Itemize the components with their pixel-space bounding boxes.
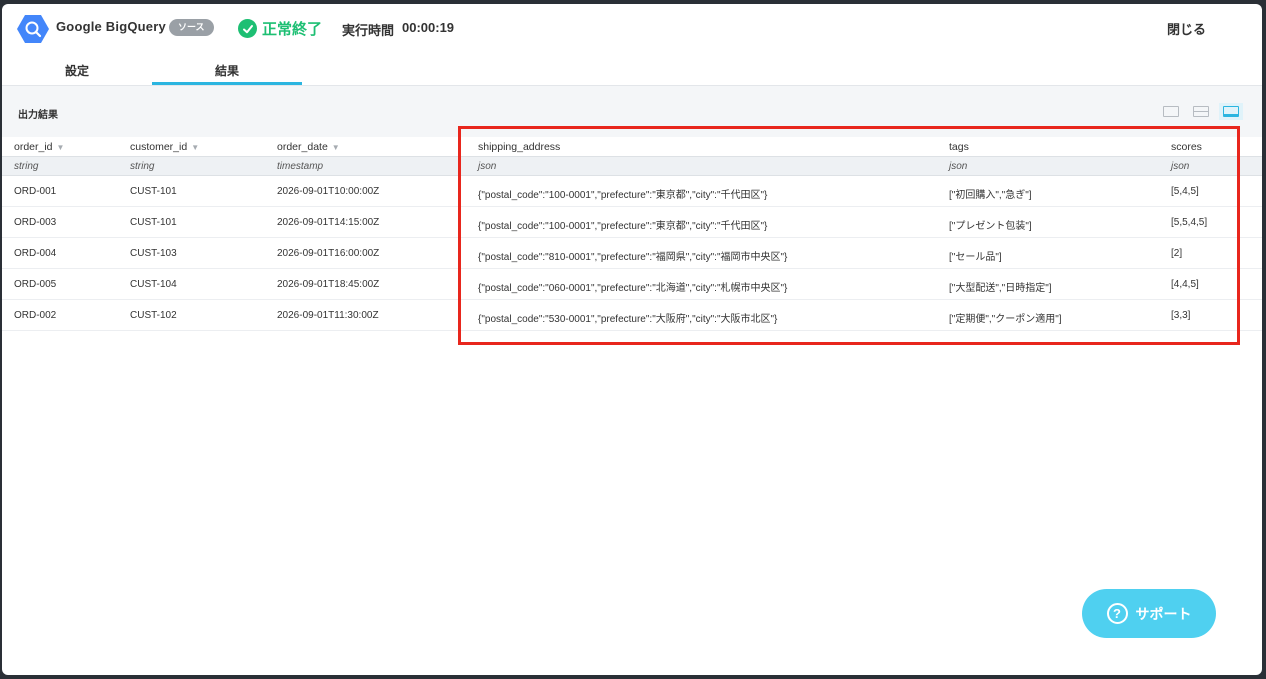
table-cell: 2026-09-01T10:00:00Z: [277, 186, 380, 197]
table-cell: [4,4,5]: [1171, 279, 1199, 290]
support-label: サポート: [1135, 605, 1192, 622]
table-header-row: order_id ▼ customer_id ▼ order_date ▼ shipp…: [2, 137, 1262, 156]
column-header-order-id[interactable]: order_id ▼: [14, 141, 64, 153]
column-header-customer-id[interactable]: customer_id ▼: [130, 141, 199, 153]
column-header-tags: tags: [949, 141, 969, 153]
table-cell: {"postal_code":"100-0001","prefecture":"…: [478, 221, 768, 232]
check-circle-icon: [238, 19, 257, 38]
results-modal: Google BigQuery ソース 正常終了 実行時間 00:00:19 閉…: [2, 4, 1262, 675]
table-cell: CUST-104: [130, 279, 177, 290]
column-type: json: [949, 161, 968, 172]
modal-header: Google BigQuery ソース 正常終了 実行時間 00:00:19 閉…: [2, 4, 1262, 52]
sort-arrow-icon: ▼: [331, 142, 340, 152]
table-cell: CUST-101: [130, 217, 177, 228]
table-cell: {"postal_code":"100-0001","prefecture":"…: [478, 190, 768, 201]
column-type: string: [14, 161, 39, 172]
table-cell: ["セール品"]: [949, 252, 1002, 263]
support-button[interactable]: ? サポート: [1082, 589, 1216, 638]
sort-arrow-icon: ▼: [56, 142, 65, 152]
table-cell: {"postal_code":"810-0001","prefecture":"…: [478, 252, 788, 263]
run-status: 正常終了: [238, 18, 322, 39]
single-view-button[interactable]: [1159, 103, 1183, 120]
table-type-row: string string timestamp json json json: [2, 156, 1262, 176]
status-label: 正常終了: [262, 21, 323, 38]
table-cell: 2026-09-01T18:45:00Z: [277, 279, 380, 290]
table-cell: [5,5,4,5]: [1171, 217, 1208, 228]
table-row: ORD-005 CUST-104 2026-09-01T18:45:00Z {"…: [2, 269, 1262, 300]
table-cell: ["プレゼント包装"]: [949, 221, 1032, 232]
column-type: json: [1171, 161, 1190, 172]
table-cell: [3,3]: [1171, 310, 1191, 321]
split-view-icon: [1193, 106, 1209, 117]
table-cell: CUST-103: [130, 248, 177, 259]
table-cell: 2026-09-01T11:30:00Z: [277, 310, 379, 321]
help-circle-icon: ?: [1106, 603, 1128, 624]
active-tab-indicator: [152, 82, 302, 85]
table-cell: ["定期便","クーポン適用"]: [949, 314, 1062, 325]
sort-arrow-icon: ▼: [191, 142, 200, 152]
column-type: timestamp: [277, 161, 324, 172]
table-cell: ORD-001: [14, 186, 57, 197]
column-header-scores: scores: [1171, 141, 1202, 153]
split-view-button[interactable]: [1189, 103, 1213, 120]
exec-time-label: 実行時間: [342, 23, 395, 38]
table-cell: [2]: [1171, 248, 1183, 259]
close-button[interactable]: 閉じる: [1167, 19, 1206, 38]
table-row: ORD-001 CUST-101 2026-09-01T10:00:00Z {"…: [2, 176, 1262, 207]
column-type: string: [130, 161, 155, 172]
tab-results[interactable]: 結果: [215, 62, 239, 79]
tab-bar: 設定 結果: [2, 52, 1262, 86]
table-cell: ORD-004: [14, 248, 57, 259]
single-view-icon: [1163, 106, 1179, 117]
output-panel-header: 出力結果: [2, 86, 1262, 137]
exec-time-value: 00:00:19: [402, 20, 455, 35]
table-cell: ORD-005: [14, 279, 57, 290]
table-cell: CUST-102: [130, 310, 177, 321]
table-cell: 2026-09-01T14:15:00Z: [277, 217, 380, 228]
table-cell: {"postal_code":"530-0001","prefecture":"…: [478, 314, 778, 325]
panel-title: 出力結果: [18, 110, 58, 121]
table-cell: ORD-003: [14, 217, 57, 228]
table-row: ORD-004 CUST-103 2026-09-01T16:00:00Z {"…: [2, 238, 1262, 269]
table-cell: 2026-09-01T16:00:00Z: [277, 248, 380, 259]
table-view-icon: [1223, 106, 1239, 117]
column-type: json: [478, 161, 497, 172]
table-cell: ["初回購入","急ぎ"]: [949, 190, 1032, 201]
bigquery-icon: [17, 15, 49, 43]
table-cell: [5,4,5]: [1171, 186, 1199, 197]
tab-settings[interactable]: 設定: [65, 62, 89, 79]
table-row: ORD-002 CUST-102 2026-09-01T11:30:00Z {"…: [2, 300, 1262, 331]
table-cell: ["大型配送","日時指定"]: [949, 283, 1052, 294]
column-header-order-date[interactable]: order_date ▼: [277, 141, 340, 153]
source-badge: ソース: [169, 19, 214, 36]
table-row: ORD-003 CUST-101 2026-09-01T14:15:00Z {"…: [2, 207, 1262, 238]
table-cell: CUST-101: [130, 186, 177, 197]
table-view-button[interactable]: [1219, 103, 1243, 120]
table-cell: {"postal_code":"060-0001","prefecture":"…: [478, 283, 788, 294]
app-name: Google BigQuery: [56, 19, 166, 34]
table-cell: ORD-002: [14, 310, 57, 321]
column-header-shipping-address: shipping_address: [478, 141, 561, 153]
